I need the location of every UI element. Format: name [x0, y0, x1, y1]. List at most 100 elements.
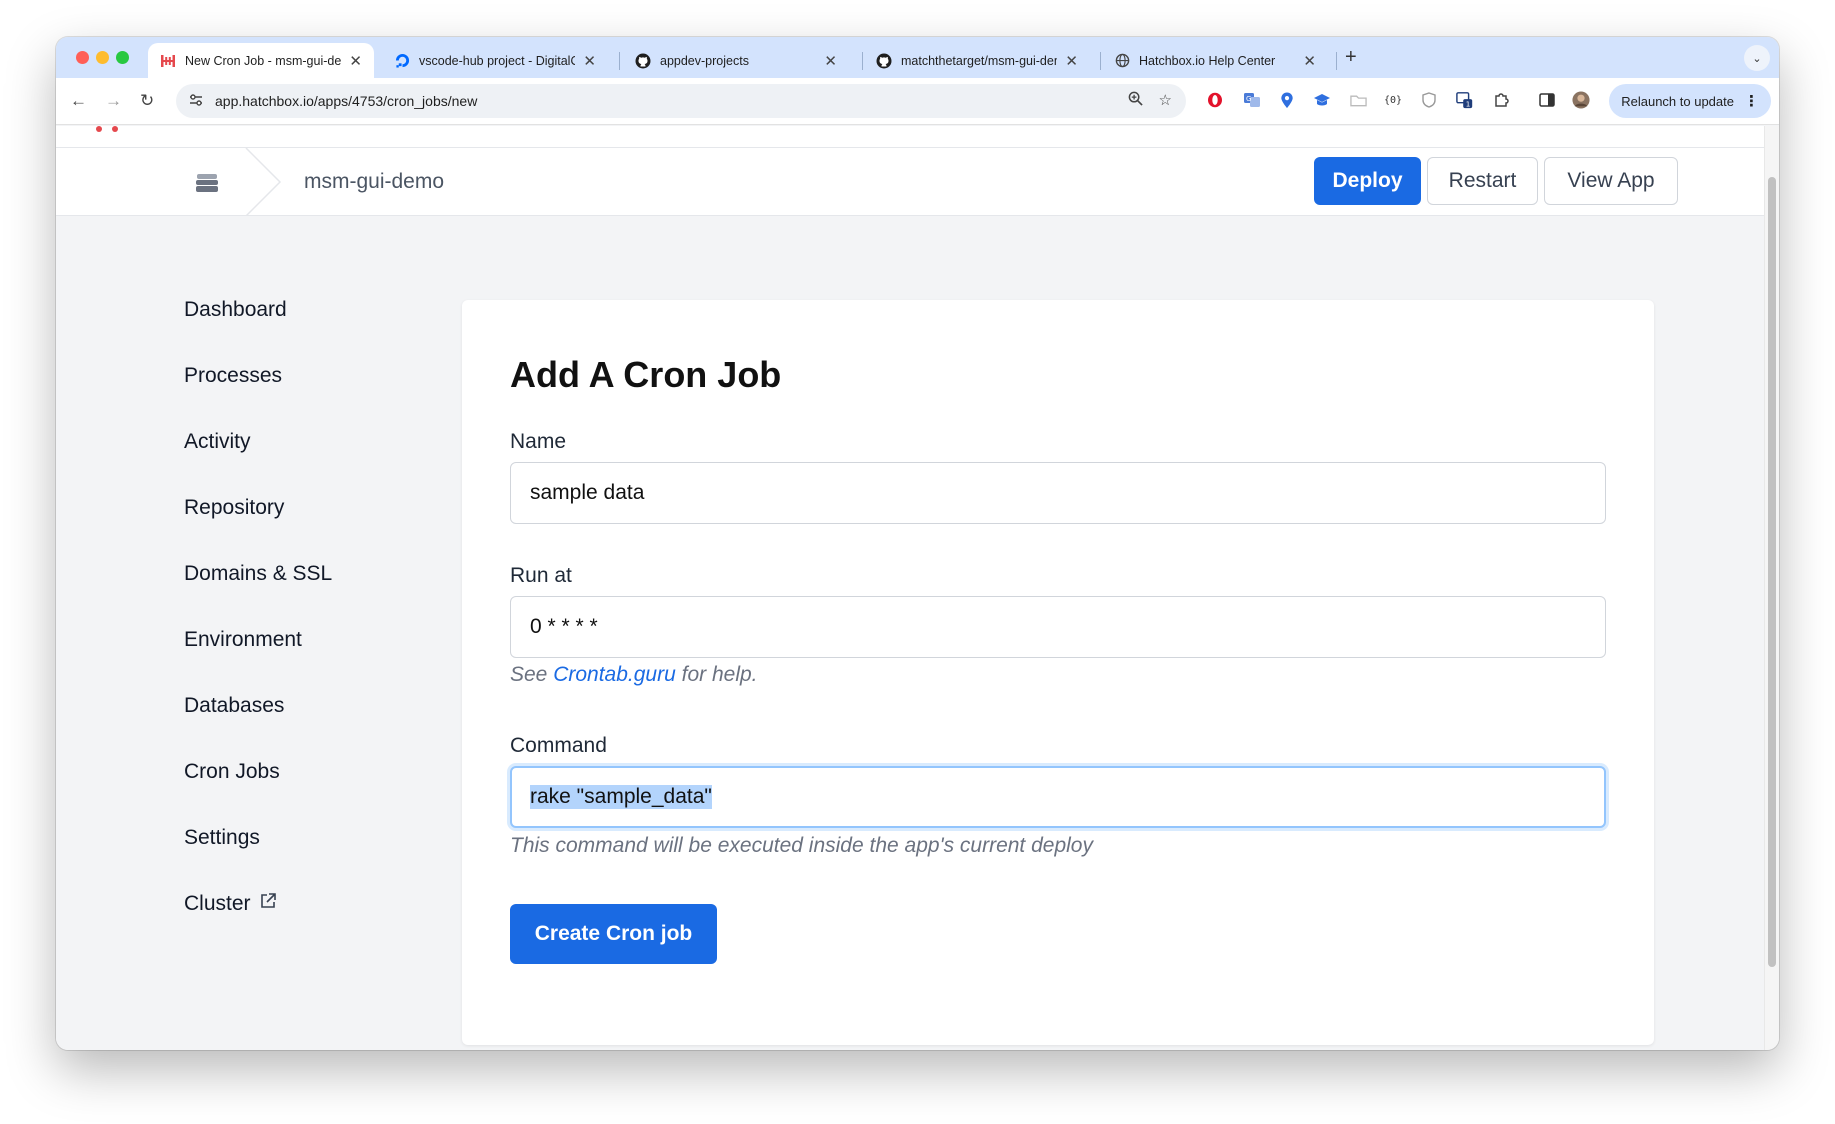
command-hint: This command will be executed inside the… [510, 834, 1093, 857]
tab-title: matchthetarget/msm-gui-demo [901, 53, 1058, 68]
hatchbox-logo[interactable] [96, 126, 122, 134]
tab-separator [862, 52, 863, 70]
command-input-value: rake "sample_data" [530, 785, 712, 809]
sidebar-item-activity[interactable]: Activity [184, 430, 251, 454]
tab-title: Hatchbox.io Help Center [1139, 53, 1276, 68]
reload-icon[interactable]: ↻ [140, 91, 154, 111]
graduation-cap-icon[interactable] [1313, 91, 1331, 109]
run-at-input[interactable]: 0 * * * * [510, 596, 1606, 658]
relaunch-to-update-button[interactable]: Relaunch to update ⋮ [1609, 84, 1771, 118]
browser-toolbar: ← → ↻ app.hatchbox.io/apps/4753/cron_job… [56, 78, 1779, 125]
crontab-guru-link[interactable]: Crontab.guru [553, 663, 676, 686]
tab-vscode-hub[interactable]: vscode-hub project - DigitalOcean ✕ [382, 43, 608, 78]
app-header: msm-gui-demo Deploy Restart View App [56, 148, 1764, 216]
restart-button[interactable]: Restart [1427, 157, 1538, 205]
name-input[interactable]: sample data [510, 462, 1606, 524]
sidebar-item-settings[interactable]: Settings [184, 826, 260, 850]
close-tab-icon[interactable]: ✕ [1303, 52, 1316, 70]
bookmark-star-icon[interactable]: ☆ [1159, 91, 1172, 110]
address-bar[interactable]: app.hatchbox.io/apps/4753/cron_jobs/new … [176, 84, 1186, 118]
name-label: Name [510, 430, 567, 453]
close-tab-icon[interactable]: ✕ [349, 52, 362, 70]
close-tab-icon[interactable]: ✕ [1065, 52, 1078, 70]
opera-extension-icon[interactable] [1206, 91, 1224, 109]
scrollbar-thumb[interactable] [1768, 177, 1776, 967]
breadcrumb-app-name[interactable]: msm-gui-demo [304, 170, 444, 194]
zoom-icon[interactable] [1128, 91, 1143, 110]
hint-suffix: for help. [675, 663, 758, 686]
chevron-down-icon: ⌄ [1752, 52, 1762, 65]
command-input[interactable]: rake "sample_data" [510, 766, 1606, 828]
translate-extension-icon[interactable]: G [1243, 91, 1261, 109]
github-icon [635, 53, 651, 69]
tab-title: vscode-hub project - DigitalOcean [419, 53, 576, 68]
sidebar-item-label: Cluster [184, 892, 251, 915]
sidebar-item-label: Cron Jobs [184, 760, 280, 783]
location-pin-icon[interactable] [1278, 91, 1296, 109]
command-label: Command [510, 734, 607, 757]
name-input-value: sample data [530, 481, 645, 504]
globe-icon [1114, 53, 1130, 69]
side-panel-icon[interactable] [1538, 91, 1556, 109]
tab-separator [1336, 52, 1337, 70]
url-text: app.hatchbox.io/apps/4753/cron_jobs/new [215, 93, 478, 109]
page-content: msm-gui-demo Deploy Restart View App Das… [56, 126, 1764, 1050]
new-tab-button[interactable]: + [1345, 46, 1357, 69]
github-icon [876, 53, 892, 69]
run-at-label: Run at [510, 564, 572, 587]
view-app-button[interactable]: View App [1544, 157, 1678, 205]
sidebar-item-label: Settings [184, 826, 260, 849]
sidebar-item-label: Databases [184, 694, 285, 717]
tab-title: New Cron Job - msm-gui-demo [185, 53, 342, 68]
tab-search-button[interactable]: ⌄ [1744, 45, 1770, 71]
sidebar-item-label: Repository [184, 496, 285, 519]
deploy-button[interactable]: Deploy [1314, 157, 1421, 205]
window-extension-icon[interactable]: 1 [1456, 91, 1474, 109]
minimize-window-button[interactable] [96, 51, 109, 64]
forward-arrow-icon[interactable]: → [105, 91, 122, 111]
close-tab-icon[interactable]: ✕ [583, 52, 596, 70]
sidebar-item-environment[interactable]: Environment [184, 628, 302, 652]
back-arrow-icon[interactable]: ← [70, 91, 87, 111]
sidebar-item-cron-jobs[interactable]: Cron Jobs [184, 760, 280, 784]
create-cron-job-button[interactable]: Create Cron job [510, 904, 717, 964]
sidebar-item-label: Activity [184, 430, 251, 453]
svg-text:G: G [1246, 95, 1251, 103]
sidebar-item-cluster[interactable]: Cluster [184, 892, 277, 916]
tab-new-cron-job[interactable]: New Cron Job - msm-gui-demo ✕ [148, 43, 374, 78]
tab-title: appdev-projects [660, 53, 749, 68]
tab-appdev-projects[interactable]: appdev-projects ✕ [623, 43, 849, 78]
sidebar-item-label: Processes [184, 364, 283, 387]
more-vertical-icon: ⋮ [1744, 93, 1759, 110]
top-navbar [56, 126, 1764, 148]
extension-badge: 1 [1466, 100, 1471, 109]
server-stack-icon [194, 169, 220, 195]
tab-strip: New Cron Job - msm-gui-demo ✕ vscode-hub… [56, 37, 1779, 78]
sidebar-item-label: Environment [184, 628, 302, 651]
site-settings-icon[interactable] [189, 93, 203, 109]
sidebar-item-processes[interactable]: Processes [184, 364, 282, 388]
hatchbox-icon [160, 53, 176, 69]
sidebar-item-databases[interactable]: Databases [184, 694, 284, 718]
sidebar-item-domains-ssl[interactable]: Domains & SSL [184, 562, 332, 586]
page-title: Add A Cron Job [510, 354, 782, 395]
maximize-window-button[interactable] [116, 51, 129, 64]
folder-extension-icon[interactable] [1349, 91, 1367, 109]
shield-extension-icon[interactable] [1420, 91, 1438, 109]
puzzle-extensions-icon[interactable] [1493, 91, 1511, 109]
tab-separator [619, 52, 620, 70]
relaunch-label: Relaunch to update [1621, 93, 1734, 109]
code-extension-icon[interactable]: {0} [1384, 91, 1402, 109]
cron-job-form-card: Add A Cron Job Name sample data Run at 0… [462, 300, 1654, 1045]
tab-separator [1100, 52, 1101, 70]
sidebar-item-label: Domains & SSL [184, 562, 333, 585]
sidebar-item-repository[interactable]: Repository [184, 496, 284, 520]
profile-avatar[interactable] [1572, 91, 1590, 109]
close-window-button[interactable] [76, 51, 89, 64]
close-tab-icon[interactable]: ✕ [824, 52, 837, 70]
tab-matchthetarget[interactable]: matchthetarget/msm-gui-demo ✕ [864, 43, 1090, 78]
tab-hatchbox-help[interactable]: Hatchbox.io Help Center ✕ [1102, 43, 1328, 78]
breadcrumb-chevron [245, 148, 282, 216]
hint-prefix: See [510, 663, 554, 686]
sidebar-item-dashboard[interactable]: Dashboard [184, 298, 287, 322]
